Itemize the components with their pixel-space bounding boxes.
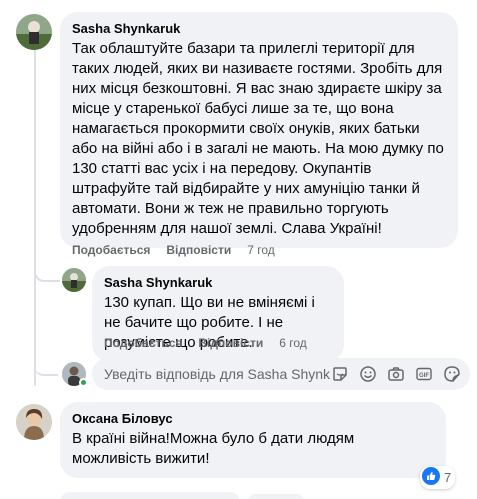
reply-avatar[interactable] [62,268,86,292]
emoji-icon[interactable] [358,364,378,384]
reply-author[interactable]: Sasha Shynkaruk [104,274,332,291]
second-comment-avatar[interactable] [16,404,52,440]
sticker-face-icon[interactable] [442,364,462,384]
reply-button[interactable]: Відповісти [166,243,231,257]
reply-placeholder: Уведіть відповідь для Sasha Shynkar… [104,366,330,382]
thread-connector-reply [34,262,60,282]
reply-timestamp[interactable]: 6 год [279,336,307,350]
thread-connector-input [34,356,58,376]
second-comment-text: В країні війна!Можна було б дати людям м… [72,430,355,467]
comment-author[interactable]: Sasha Shynkaruk [72,20,446,37]
reply-reply-button[interactable]: Відповісти [198,336,263,350]
comment-text: Так облаштуйте базари та прилеглі терито… [72,40,444,237]
sticker-icon[interactable] [330,364,350,384]
second-comment-bubble: Оксана Біловус В країні війна!Можна було… [60,402,446,478]
reply-input[interactable]: Уведіть відповідь для Sasha Shynkar… GIF [92,358,470,390]
comment-timestamp[interactable]: 7 год [247,243,275,257]
like-button[interactable]: Подобається [72,243,150,257]
next-comment-bubble-partial [60,492,240,499]
second-comment-author[interactable]: Оксана Біловус [72,410,434,427]
reply-actions: Подобається Відповісти 6 год [104,336,307,350]
next-reply-bubble-partial [246,494,306,499]
comment-actions: Подобається Відповісти 7 год [72,243,275,257]
like-reaction-icon [422,467,440,488]
online-status-icon [79,378,88,387]
reaction-summary[interactable]: 7 [420,466,456,489]
comment-bubble: Sasha Shynkaruk Так облаштуйте базари та… [60,12,458,248]
avatar[interactable] [16,14,52,50]
svg-text:GIF: GIF [419,373,429,379]
reply-like-button[interactable]: Подобається [104,336,182,350]
camera-icon[interactable] [386,364,406,384]
gif-icon[interactable]: GIF [414,364,434,384]
reaction-count: 7 [444,470,452,485]
thread-line-main [34,46,36,386]
